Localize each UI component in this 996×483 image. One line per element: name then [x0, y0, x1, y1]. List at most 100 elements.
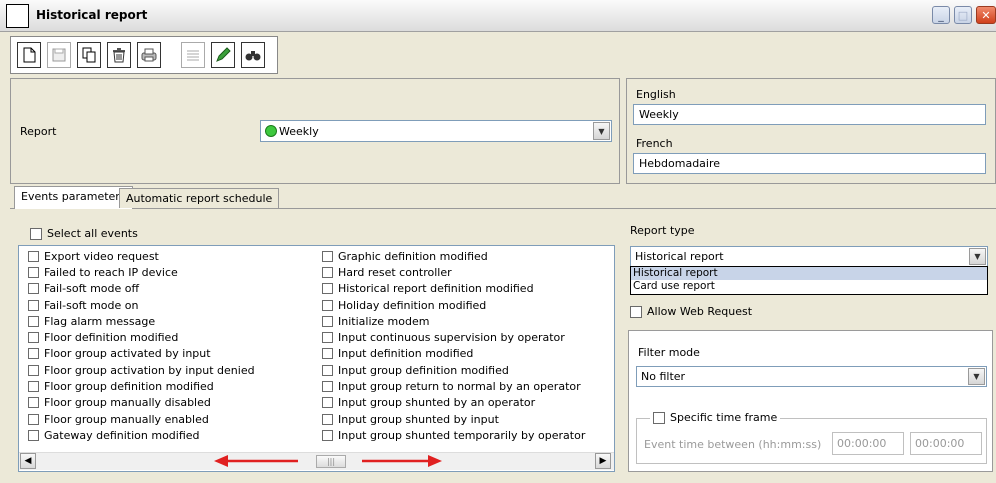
event-label: Input group definition modified	[338, 363, 509, 377]
list-item[interactable]: Fail-soft mode on	[28, 297, 313, 313]
list-item[interactable]: Export video request	[28, 248, 313, 264]
list-item[interactable]: Input definition modified	[322, 346, 607, 362]
print-button[interactable]	[137, 42, 161, 68]
window-title: Historical report	[36, 8, 148, 22]
event-label: Input group shunted by input	[338, 412, 499, 426]
delete-button[interactable]	[107, 42, 131, 68]
report-select-value: Weekly	[279, 124, 319, 138]
event-checkbox[interactable]	[28, 348, 39, 360]
list-item[interactable]: Floor group activation by input denied	[28, 362, 313, 378]
list-item[interactable]: Input group return to normal by an opera…	[322, 378, 607, 394]
event-checkbox[interactable]	[322, 348, 333, 360]
report-select[interactable]: Weekly ▼	[260, 120, 612, 142]
event-checkbox[interactable]	[322, 429, 333, 441]
chevron-down-icon: ▼	[968, 368, 985, 385]
new-icon	[23, 47, 36, 63]
specific-time-frame-checkbox[interactable]	[653, 411, 665, 424]
specific-time-frame[interactable]: Specific time frame	[650, 411, 781, 424]
list-item[interactable]: Floor definition modified	[28, 329, 313, 345]
print-icon	[141, 48, 157, 62]
list-item[interactable]: Hard reset controller	[322, 264, 607, 280]
french-field[interactable]: Hebdomadaire	[633, 153, 986, 174]
list-item[interactable]: Failed to reach IP device	[28, 264, 313, 280]
scroll-left-button[interactable]: ◀	[20, 453, 36, 469]
event-time-label: Event time between (hh:mm:ss)	[644, 438, 822, 451]
event-checkbox[interactable]	[28, 283, 39, 295]
event-checkbox[interactable]	[28, 397, 39, 409]
report-label: Report	[20, 125, 57, 138]
list-item[interactable]: Gateway definition modified	[28, 427, 313, 443]
chevron-down-icon: ▼	[593, 122, 610, 140]
event-checkbox[interactable]	[322, 397, 333, 409]
event-checkbox[interactable]	[322, 283, 333, 295]
english-field[interactable]: Weekly	[633, 104, 986, 125]
list-item[interactable]: Initialize modem	[322, 313, 607, 329]
list-button[interactable]	[181, 42, 205, 68]
list-item[interactable]: Floor group definition modified	[28, 378, 313, 394]
time-from-field[interactable]: 00:00:00	[832, 432, 904, 455]
event-checkbox[interactable]	[28, 413, 39, 425]
list-item[interactable]: Floor group manually enabled	[28, 411, 313, 427]
event-checkbox[interactable]	[28, 299, 39, 311]
event-checkbox[interactable]	[28, 332, 39, 344]
event-label: Gateway definition modified	[44, 428, 200, 442]
list-item[interactable]: Floor group activated by input	[28, 346, 313, 362]
tab-automatic-report-schedule[interactable]: Automatic report schedule	[119, 188, 280, 208]
edit-button[interactable]	[211, 42, 235, 68]
event-checkbox[interactable]	[322, 364, 333, 376]
title-bar	[0, 0, 996, 32]
event-checkbox[interactable]	[28, 364, 39, 376]
report-type-dropdown[interactable]: Historical report Card use report	[630, 266, 988, 295]
dropdown-option[interactable]: Historical report	[631, 267, 987, 280]
event-label: Floor group manually enabled	[44, 412, 209, 426]
events-column-2: Graphic definition modified Hard reset c…	[322, 248, 607, 444]
list-item[interactable]: Input group shunted by input	[322, 411, 607, 427]
list-item[interactable]: Flag alarm message	[28, 313, 313, 329]
save-button[interactable]	[47, 42, 71, 68]
dropdown-option[interactable]: Card use report	[631, 280, 987, 293]
list-item[interactable]: Holiday definition modified	[322, 297, 607, 313]
event-checkbox[interactable]	[322, 250, 333, 262]
status-dot-icon	[265, 125, 277, 137]
event-checkbox[interactable]	[28, 266, 39, 278]
event-label: Floor group definition modified	[44, 380, 214, 394]
allow-web-request-label: Allow Web Request	[647, 305, 753, 318]
list-item[interactable]: Historical report definition modified	[322, 281, 607, 297]
new-button[interactable]	[17, 42, 41, 68]
allow-web-request-checkbox[interactable]	[630, 305, 642, 318]
event-checkbox[interactable]	[322, 381, 333, 393]
filter-mode-select[interactable]: No filter ▼	[636, 366, 987, 387]
list-item[interactable]: Fail-soft mode off	[28, 281, 313, 297]
time-to-field[interactable]: 00:00:00	[910, 432, 982, 455]
allow-web-request[interactable]: Allow Web Request	[630, 305, 752, 318]
maximize-button[interactable]: □	[954, 6, 972, 24]
list-item[interactable]: Floor group manually disabled	[28, 395, 313, 411]
find-button[interactable]	[241, 42, 265, 68]
list-item[interactable]: Input group shunted by an operator	[322, 395, 607, 411]
event-checkbox[interactable]	[28, 250, 39, 262]
event-checkbox[interactable]	[322, 266, 333, 278]
select-all-events[interactable]: Select all events	[30, 227, 138, 240]
copy-button[interactable]	[77, 42, 101, 68]
event-checkbox[interactable]	[322, 299, 333, 311]
list-item[interactable]: Input group shunted temporarily by opera…	[322, 427, 607, 443]
list-item[interactable]: Graphic definition modified	[322, 248, 607, 264]
event-checkbox[interactable]	[28, 315, 39, 327]
event-label: Input continuous supervision by operator	[338, 331, 565, 345]
event-label: Hard reset controller	[338, 265, 452, 279]
event-checkbox[interactable]	[28, 381, 39, 393]
event-checkbox[interactable]	[322, 315, 333, 327]
event-checkbox[interactable]	[322, 413, 333, 425]
select-all-checkbox[interactable]	[30, 227, 42, 240]
tab-events-parameters[interactable]: Events parameters	[14, 186, 133, 209]
report-type-select[interactable]: Historical report ▼	[630, 246, 988, 267]
scroll-right-button[interactable]: ▶	[595, 453, 611, 469]
event-label: Floor definition modified	[44, 331, 179, 345]
close-button[interactable]: ✕	[976, 6, 996, 24]
list-item[interactable]: Input group definition modified	[322, 362, 607, 378]
event-checkbox[interactable]	[322, 332, 333, 344]
event-checkbox[interactable]	[28, 429, 39, 441]
toolbar	[10, 36, 278, 74]
minimize-button[interactable]: _	[932, 6, 950, 24]
list-item[interactable]: Input continuous supervision by operator	[322, 329, 607, 345]
